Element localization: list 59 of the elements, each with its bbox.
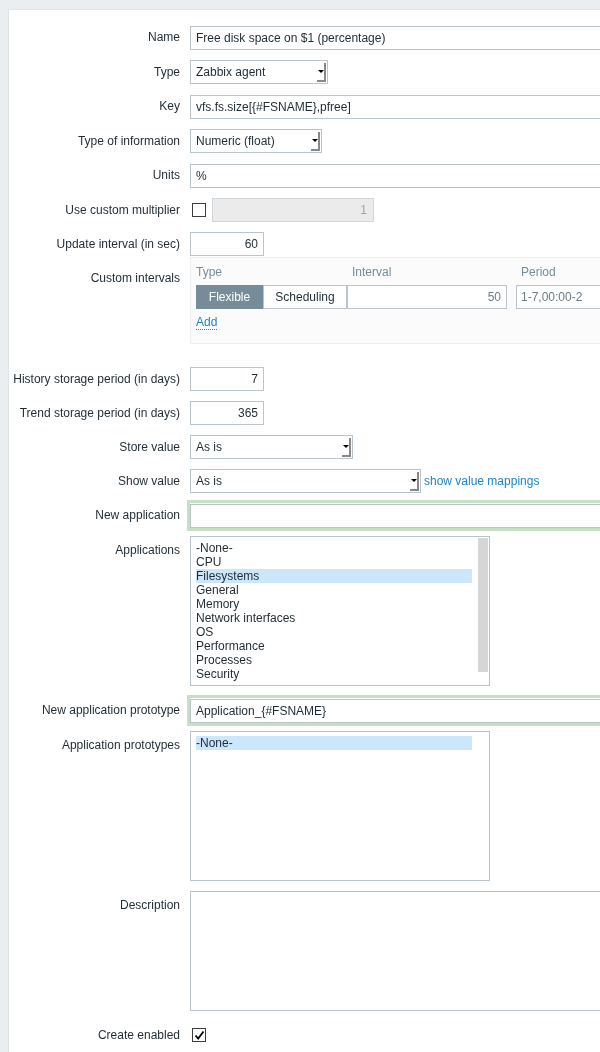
- dropdown[interactable]: Numeric (float): [190, 129, 322, 153]
- dropdown[interactable]: As is: [190, 469, 421, 493]
- field-label: History storage period (in days): [12, 371, 181, 388]
- dropdown-arrow-icon: [410, 471, 419, 491]
- text-field[interactable]: [190, 504, 600, 528]
- description-field[interactable]: [190, 891, 600, 1011]
- text-field[interactable]: Application_{#FSNAME}: [190, 699, 600, 723]
- field-label: Trend storage period (in days): [18, 405, 181, 422]
- list-option[interactable]: Memory: [196, 597, 472, 611]
- field-label: Update interval (in sec): [55, 236, 181, 253]
- field-label: Name: [147, 29, 181, 46]
- period-field[interactable]: 1-7,00:00-2: [516, 285, 600, 309]
- dropdown-arrow-icon: [311, 131, 320, 151]
- field-label: Applications: [114, 542, 181, 559]
- checkbox[interactable]: [192, 1028, 206, 1042]
- column-header: Type: [196, 264, 223, 281]
- column-header: Interval: [352, 264, 393, 281]
- field-label: New application: [94, 507, 181, 524]
- list-box[interactable]: -None-: [190, 731, 490, 881]
- list-option[interactable]: CPU: [196, 555, 472, 569]
- list-box[interactable]: -None- CPU Filesystems General Memory Network interfaces OS Performance Processes Security: [190, 536, 490, 686]
- field-label: Description: [118, 897, 181, 914]
- interval-field[interactable]: 50: [347, 285, 507, 309]
- field-label: Show value: [116, 473, 181, 490]
- number-field[interactable]: 60: [190, 232, 264, 256]
- field-label: Type: [153, 64, 181, 81]
- text-field[interactable]: %: [190, 164, 600, 188]
- mode-tab[interactable]: Scheduling: [263, 285, 347, 309]
- field-label: Units: [151, 167, 181, 184]
- list-option[interactable]: Security: [196, 667, 472, 681]
- list-option[interactable]: Performance: [196, 639, 472, 653]
- field-label: Create enabled: [96, 1027, 181, 1044]
- field-label: New application prototype: [40, 702, 181, 719]
- list-option[interactable]: -None-: [196, 541, 472, 555]
- add-link[interactable]: Add: [196, 316, 218, 330]
- dropdown-arrow-icon: [342, 437, 351, 457]
- list-option[interactable]: Network interfaces: [196, 611, 472, 625]
- list-option[interactable]: Filesystems: [196, 569, 472, 583]
- show-value-mappings-link[interactable]: show value mappings: [424, 472, 540, 490]
- dropdown[interactable]: As is: [190, 435, 353, 459]
- list-option[interactable]: -None-: [196, 736, 472, 750]
- list-option[interactable]: OS: [196, 625, 472, 639]
- scrollbar[interactable]: [478, 538, 488, 672]
- field-label: Type of information: [76, 133, 181, 150]
- field-label: Use custom multiplier: [64, 202, 181, 219]
- text-field[interactable]: vfs.fs.size[{#FSNAME},pfree]: [190, 95, 600, 119]
- checkmark-icon: [193, 1029, 205, 1041]
- dropdown[interactable]: Zabbix agent: [190, 60, 328, 84]
- field-label: Key: [158, 98, 181, 115]
- text-field[interactable]: Free disk space on $1 (percentage): [190, 26, 600, 50]
- dropdown-arrow-icon: [317, 62, 326, 82]
- number-field[interactable]: 365: [190, 401, 264, 425]
- field-label: Application prototypes: [60, 737, 181, 754]
- field-label: Custom intervals: [89, 270, 181, 287]
- list-option[interactable]: General: [196, 583, 472, 597]
- number-field[interactable]: 7: [190, 367, 264, 391]
- list-option[interactable]: Processes: [196, 653, 472, 667]
- column-header: Period: [521, 264, 556, 281]
- field-label: Store value: [118, 439, 181, 456]
